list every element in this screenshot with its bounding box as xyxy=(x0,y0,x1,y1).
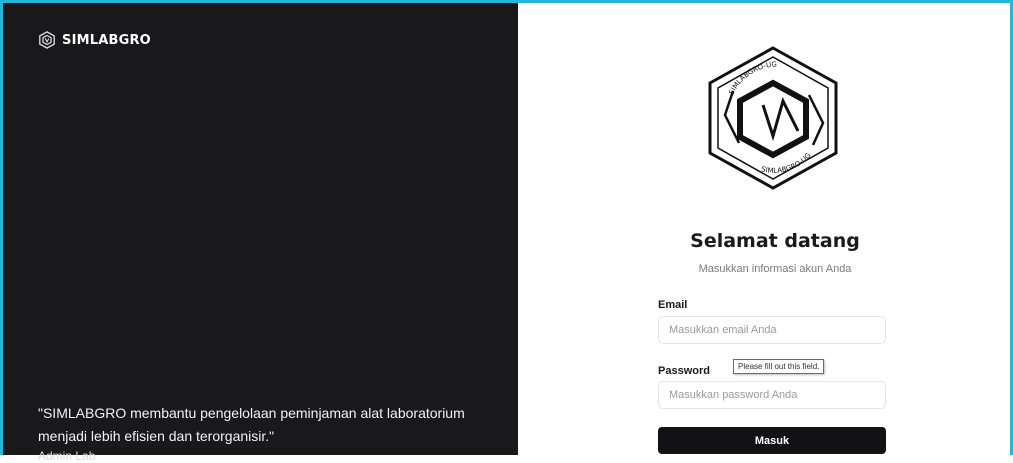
brand-name: SIMLABGRO xyxy=(62,32,151,48)
testimonial-author: Admin Lab xyxy=(38,449,96,463)
login-button[interactable]: Masuk xyxy=(658,427,886,454)
left-panel: SIMLABGRO "SIMLABGRO membantu pengelolaa… xyxy=(3,3,518,463)
brand: SIMLABGRO xyxy=(38,31,151,49)
password-input[interactable] xyxy=(658,381,886,409)
email-input[interactable] xyxy=(658,316,886,344)
validation-tooltip: Please fill out this field. xyxy=(733,359,825,374)
login-panel: SIMLABGRO-UG SIMLABGRO-UG Selamat datang… xyxy=(518,3,1010,455)
simlabgro-logo: SIMLABGRO-UG SIMLABGRO-UG xyxy=(708,46,838,190)
page-subtitle: Masukkan informasi akun Anda xyxy=(698,263,852,275)
password-label: Password xyxy=(658,365,710,377)
page-title: Selamat datang xyxy=(690,230,860,252)
hexagon-logo-icon xyxy=(39,31,55,49)
email-label: Email xyxy=(658,299,688,311)
testimonial-quote: "SIMLABGRO membantu pengelolaan peminjam… xyxy=(38,405,465,444)
